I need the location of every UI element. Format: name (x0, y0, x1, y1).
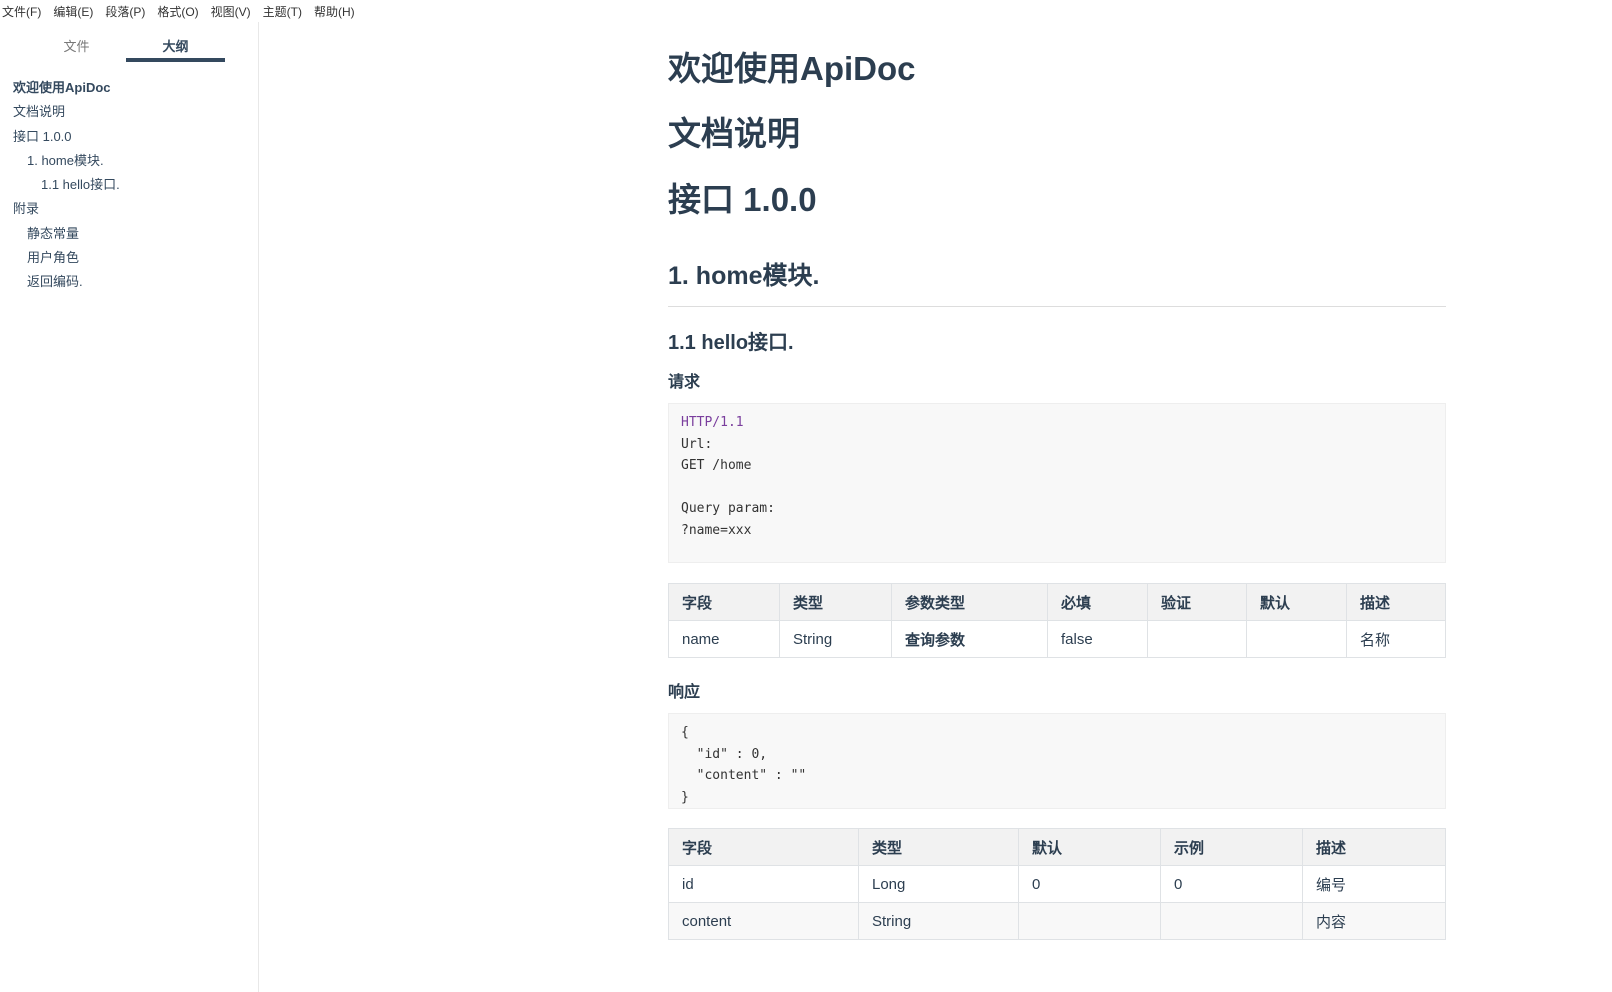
table-cell: name (668, 620, 780, 658)
table-header: 描述 (1346, 583, 1446, 621)
request-code-block[interactable]: HTTP/1.1 Url: GET /home Query param: ?na… (668, 403, 1446, 563)
table-row: content String 内容 (668, 902, 1446, 940)
code-keyword: HTTP/1.1 (681, 415, 744, 430)
outline-item[interactable]: 用户角色 (0, 246, 258, 270)
code-text: Url: GET /home Query param: ?name=xxx (681, 436, 775, 538)
outline-item[interactable]: 1.1 hello接口. (0, 173, 258, 197)
table-header-row: 字段 类型 默认 示例 描述 (668, 828, 1446, 866)
table-cell: String (858, 902, 1019, 940)
tab-files[interactable]: 文件 (27, 22, 126, 62)
table-header: 参数类型 (891, 583, 1048, 621)
table-header: 默认 (1018, 828, 1161, 866)
label-request: 请求 (668, 374, 701, 391)
table-cell: 0 (1160, 865, 1303, 903)
menu-bar: 文件(F) 编辑(E) 段落(P) 格式(O) 视图(V) 主题(T) 帮助(H… (0, 0, 365, 22)
response-code-block[interactable]: { "id" : 0, "content" : "" } (668, 713, 1446, 809)
table-cell: String (779, 620, 892, 658)
table-cell: 内容 (1302, 902, 1446, 940)
menu-view[interactable]: 视图(V) (209, 0, 257, 22)
response-fields-table: 字段 类型 默认 示例 描述 id Long 0 0 编号 content St… (668, 828, 1446, 940)
menu-theme[interactable]: 主题(T) (261, 0, 308, 22)
table-cell: 编号 (1302, 865, 1446, 903)
outline-item[interactable]: 返回编码. (0, 270, 258, 294)
label-response: 响应 (668, 684, 701, 701)
table-cell: id (668, 865, 859, 903)
table-cell (1160, 902, 1303, 940)
table-row: name String 查询参数 false 名称 (668, 620, 1446, 658)
table-cell: 0 (1018, 865, 1161, 903)
outline-item[interactable]: 文档说明 (0, 100, 258, 124)
table-header: 类型 (858, 828, 1019, 866)
table-cell: 查询参数 (891, 620, 1048, 658)
outline-item[interactable]: 接口 1.0.0 (0, 125, 258, 149)
outline-item[interactable]: 附录 (0, 197, 258, 221)
table-header: 类型 (779, 583, 892, 621)
heading-doc-description: 文档说明 (668, 115, 800, 152)
table-row: id Long 0 0 编号 (668, 865, 1446, 903)
outline-item[interactable]: 欢迎使用ApiDoc (0, 76, 258, 100)
table-header: 默认 (1246, 583, 1347, 621)
menu-help[interactable]: 帮助(H) (312, 0, 361, 22)
menu-paragraph[interactable]: 段落(P) (103, 0, 151, 22)
request-params-table: 字段 类型 参数类型 必填 验证 默认 描述 name String 查询参数 … (668, 583, 1446, 658)
table-cell: false (1047, 620, 1148, 658)
heading-home-module: 1. home模块. (668, 256, 1446, 307)
heading-api-version: 接口 1.0.0 (668, 181, 817, 218)
table-cell (1246, 620, 1347, 658)
table-header: 描述 (1302, 828, 1446, 866)
table-header: 必填 (1047, 583, 1148, 621)
sidebar: 文件 大纲 欢迎使用ApiDoc 文档说明 接口 1.0.0 1. home模块… (0, 22, 259, 992)
table-header: 示例 (1160, 828, 1303, 866)
table-header: 字段 (668, 828, 859, 866)
outline-item[interactable]: 静态常量 (0, 222, 258, 246)
table-header: 验证 (1147, 583, 1247, 621)
table-cell: Long (858, 865, 1019, 903)
table-cell (1018, 902, 1161, 940)
heading-hello-api: 1.1 hello接口. (668, 332, 794, 354)
outline-item[interactable]: 1. home模块. (0, 149, 258, 173)
outline-list: 欢迎使用ApiDoc 文档说明 接口 1.0.0 1. home模块. 1.1 … (0, 76, 258, 295)
sidebar-tabs: 文件 大纲 (27, 22, 225, 62)
table-header-row: 字段 类型 参数类型 必填 验证 默认 描述 (668, 583, 1446, 621)
heading-welcome: 欢迎使用ApiDoc (668, 50, 916, 87)
table-cell (1147, 620, 1247, 658)
menu-file[interactable]: 文件(F) (0, 0, 47, 22)
menu-edit[interactable]: 编辑(E) (51, 0, 99, 22)
tab-outline[interactable]: 大纲 (126, 22, 225, 62)
table-cell: content (668, 902, 859, 940)
menu-format[interactable]: 格式(O) (155, 0, 204, 22)
table-cell: 名称 (1346, 620, 1446, 658)
table-header: 字段 (668, 583, 780, 621)
